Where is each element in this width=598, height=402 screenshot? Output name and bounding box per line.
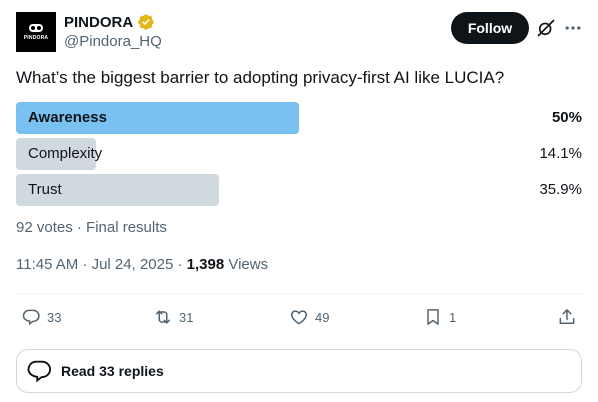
poll-option-trust: Trust 35.9%: [16, 174, 582, 206]
poll-option-label: Awareness: [28, 109, 107, 126]
views-count: 1,398: [186, 256, 225, 273]
bookmark-icon: [427, 309, 439, 325]
poll-option-complexity: Complexity 14.1%: [16, 138, 582, 170]
divider: [16, 293, 582, 294]
poll-option-percent: 50%: [551, 109, 582, 126]
repost-count: 31: [179, 309, 194, 325]
avatar[interactable]: PINDORA: [16, 12, 56, 52]
reply-icon: [27, 360, 52, 383]
post-question: What’s the biggest barrier to adopting p…: [16, 68, 505, 87]
author-name-row: PINDORA: [64, 13, 155, 31]
poll-option-percent: 14.1%: [539, 145, 582, 162]
verified-badge-icon[interactable]: [137, 13, 155, 31]
reply-count: 33: [47, 309, 62, 325]
grok-icon[interactable]: [536, 18, 556, 38]
pindora-logo-icon: [29, 23, 43, 32]
share-action[interactable]: [557, 306, 577, 328]
repost-action[interactable]: 31: [153, 306, 193, 328]
share-icon: [559, 309, 575, 324]
like-count: 49: [315, 309, 330, 325]
post-timestamp: 11:45 AM · Jul 24, 2025 · 1,398 Views: [16, 256, 268, 273]
bookmark-count: 1: [449, 309, 457, 325]
avatar-logo-text: PINDORA: [23, 34, 49, 41]
author-display-name[interactable]: PINDORA: [64, 14, 133, 31]
views-label: Views: [224, 256, 269, 273]
poll-option-percent: 35.9%: [539, 181, 582, 198]
poll-option-label: Complexity: [28, 145, 103, 162]
follow-button[interactable]: Follow: [451, 12, 529, 44]
timestamp-text[interactable]: 11:45 AM · Jul 24, 2025 ·: [16, 256, 187, 273]
poll-option-label: Trust: [28, 181, 62, 198]
bookmark-action[interactable]: 1: [423, 306, 456, 328]
like-action[interactable]: 49: [289, 306, 329, 328]
reply-icon: [22, 309, 40, 326]
heart-icon: [290, 310, 308, 325]
repost-icon: [156, 310, 170, 324]
reply-action[interactable]: 33: [21, 306, 61, 328]
read-replies-label: Read 33 replies: [61, 363, 164, 379]
more-icon[interactable]: [563, 18, 583, 38]
poll-option-awareness: Awareness 50%: [16, 102, 582, 134]
author-handle[interactable]: @Pindora_HQ: [64, 33, 162, 50]
poll-summary: 92 votes · Final results: [16, 219, 167, 236]
read-replies-button[interactable]: Read 33 replies: [16, 349, 582, 393]
